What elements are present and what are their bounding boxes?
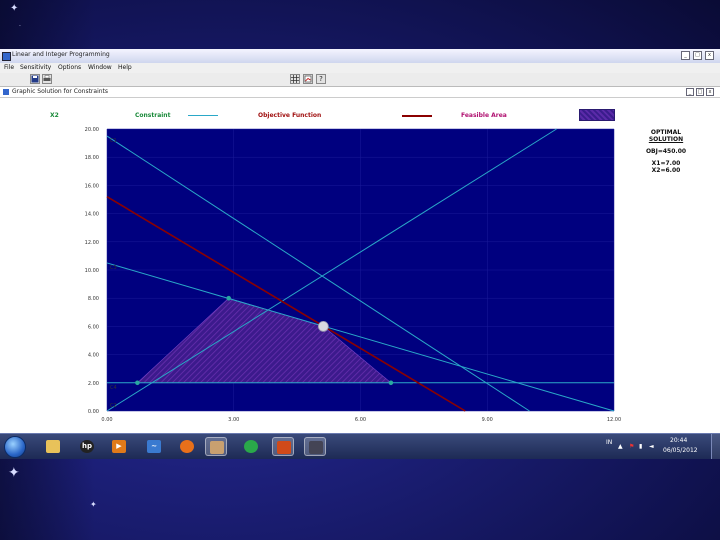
solution-heading: OPTIMAL [650,129,682,136]
constraint-label: C1 [110,138,117,144]
y-tick-label: 16.00 [85,183,99,189]
y-tick-label: 18.00 [85,155,99,161]
vertex-point [226,295,231,301]
optimal-point [317,320,329,332]
x-tick-label: 9.00 [482,417,493,423]
y-tick-label: 6.00 [88,324,99,330]
taskbar: hp ▶ ~ IN ▲ ⚑ ▮ ◄ 20:44 06/05/2012 [0,433,720,459]
y-tick-label: 2.00 [88,381,99,387]
hp-icon[interactable]: hp [76,437,98,456]
clock-date[interactable]: 06/05/2012 [663,447,698,454]
network-icon[interactable]: ▮ [639,443,642,450]
explorer-icon[interactable] [42,437,64,456]
flag-icon[interactable]: ⚑ [629,443,634,450]
x-tick-label: 12.00 [607,417,621,423]
lp-chart: 0.00 2.00 4.00 6.00 8.00 10.00 12.00 14.00 16.00… [85,127,621,423]
show-desktop-button[interactable] [711,434,720,459]
language-indicator[interactable]: IN [606,439,612,446]
volume-icon[interactable]: ◄ [649,443,654,450]
photo-app-icon[interactable] [205,437,227,456]
solution-panel: OPTIMAL SOLUTION OBJ=450.00 X1=7.00 X2=6… [640,129,692,174]
vertex-point [135,380,140,386]
y-tick-label: 12.00 [85,240,99,246]
y-tick-label: 0.00 [88,409,99,415]
start-button[interactable] [4,436,26,458]
firefox-icon[interactable] [176,437,198,456]
media-player-icon[interactable]: ▶ [108,437,130,456]
clock-time[interactable]: 20:44 [670,437,687,444]
lip-app-icon[interactable] [304,437,326,456]
y-tick-label: 4.00 [88,353,99,359]
constraint-label: C4 [110,385,117,391]
objective-value: OBJ=450.00 [645,148,687,155]
system-tray: IN ▲ ⚑ ▮ ◄ 20:44 06/05/2012 [590,434,720,459]
powerpoint-icon[interactable] [272,437,294,456]
y-tick-label: 10.00 [85,268,99,274]
constraint-label: C3 [110,265,117,271]
y-tick-label: 8.00 [88,296,99,302]
screen-recorder-icon[interactable] [240,437,262,456]
x-tick-label: 3.00 [228,417,239,423]
x-tick-label: 6.00 [355,417,366,423]
constraint-label: C2 [110,403,117,409]
y-tick-label: 20.00 [85,127,99,133]
vertex-point [388,380,394,386]
solution-subheading: SOLUTION [648,136,684,143]
y-tick-label: 14.00 [85,212,99,218]
x2-value: X2=6.00 [651,167,681,174]
x1-value: X1=7.00 [651,160,681,167]
x-tick-label: 0.00 [101,417,112,423]
chart-app-icon[interactable]: ~ [143,437,165,456]
tray-chevron-icon[interactable]: ▲ [618,443,623,450]
